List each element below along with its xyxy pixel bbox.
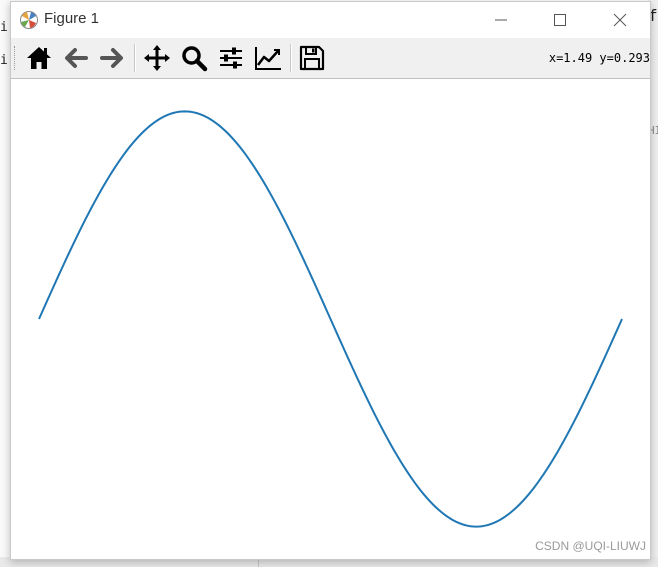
- minimize-icon: [495, 19, 507, 21]
- matplotlib-logo-icon: [20, 11, 38, 29]
- edit-axes-button[interactable]: [252, 42, 284, 74]
- magnifier-icon: [182, 46, 208, 72]
- series-line: [38, 110, 623, 528]
- sliders-icon: [220, 47, 242, 69]
- plot-area[interactable]: [11, 79, 650, 559]
- floppy-disk-icon: [299, 45, 325, 71]
- window-title: Figure 1: [44, 10, 100, 27]
- editor-text-fragment: i: [0, 20, 8, 35]
- arrow-left-icon: [65, 48, 88, 68]
- line-chart-icon: [255, 47, 281, 70]
- figure-window: Figure 1 x=1.49 y=0.293 CSDN @UQI-LIUWJ: [10, 1, 651, 560]
- move-icon: [144, 45, 170, 71]
- back-button[interactable]: [60, 42, 92, 74]
- forward-button[interactable]: [96, 42, 128, 74]
- editor-gutter: [0, 0, 10, 567]
- maximize-button[interactable]: [537, 2, 583, 38]
- cursor-coordinates: x=1.49 y=0.293: [548, 51, 650, 65]
- maximize-icon: [554, 14, 566, 26]
- close-icon: [613, 13, 627, 27]
- zoom-button[interactable]: [178, 42, 210, 74]
- pan-button[interactable]: [141, 42, 173, 74]
- watermark-text: CSDN @UQI-LIUWJ: [535, 539, 646, 553]
- figure-canvas[interactable]: CSDN @UQI-LIUWJ: [11, 79, 650, 559]
- minimize-button[interactable]: [478, 2, 524, 38]
- navigation-toolbar: x=1.49 y=0.293: [11, 38, 650, 79]
- home-button[interactable]: [23, 42, 55, 74]
- arrow-right-icon: [100, 48, 123, 68]
- toolbar-grip[interactable]: [14, 46, 18, 70]
- toolbar-separator: [134, 44, 136, 72]
- home-icon: [27, 47, 51, 69]
- close-button[interactable]: [597, 2, 643, 38]
- toolbar-separator: [290, 44, 292, 72]
- configure-subplots-button[interactable]: [215, 42, 247, 74]
- title-bar[interactable]: Figure 1: [11, 2, 650, 38]
- editor-text-fragment: i: [0, 53, 8, 68]
- save-button[interactable]: [296, 42, 328, 74]
